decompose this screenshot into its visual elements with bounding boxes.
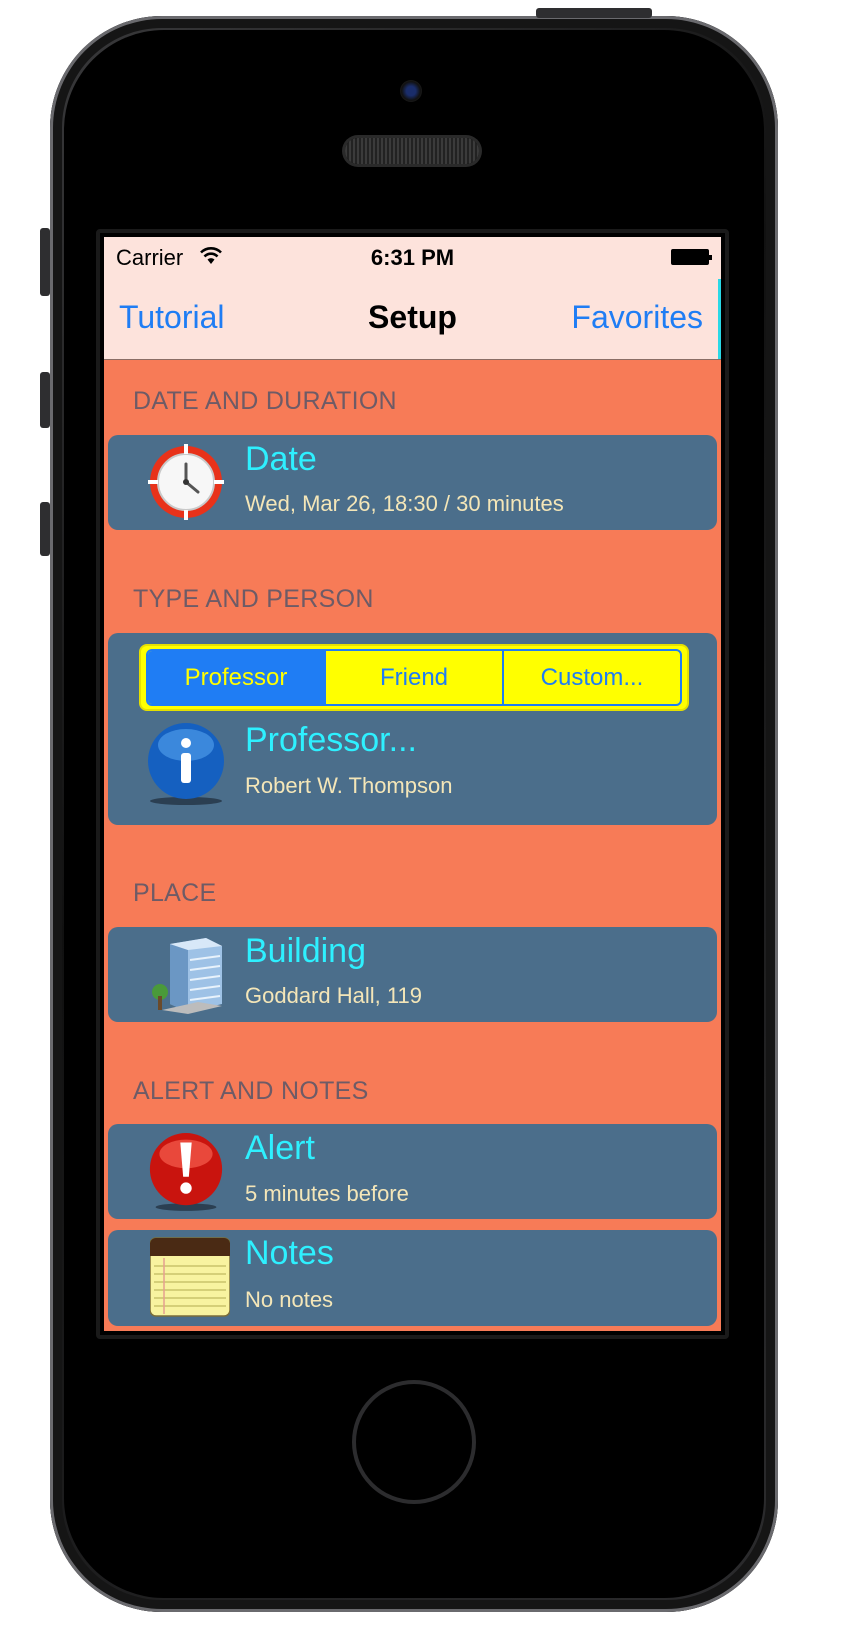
professor-name: Robert W. Thompson [245,773,453,798]
building-title: Building [245,932,366,970]
professor-row[interactable]: Professor... Robert W. Thompson [108,717,717,825]
notes-title: Notes [245,1234,334,1272]
tutorial-button[interactable]: Tutorial [119,299,225,336]
building-subtitle: Goddard Hall, 119 [245,983,422,1008]
building-row[interactable]: Building Goddard Hall, 119 [108,927,717,1022]
clock-icon [148,444,224,520]
section-header-type: TYPE AND PERSON [133,585,374,613]
battery-icon [671,249,712,265]
notepad-icon [150,1237,230,1317]
date-title: Date [245,440,317,478]
segment-professor[interactable]: Professor [148,651,324,704]
section-header-place: PLACE [133,879,217,907]
type-person-card: Professor Friend Custom... Professor... … [108,633,717,825]
info-icon [148,723,224,805]
date-subtitle: Wed, Mar 26, 18:30 / 30 minutes [245,491,564,516]
segment-friend[interactable]: Friend [324,651,502,704]
status-time: 6:31 PM [370,245,455,270]
status-bar: Carrier 6:31 PM [104,237,721,279]
navigation-bar: Setup Tutorial Favorites [104,279,721,360]
earpiece-speaker [345,138,479,164]
volume-down-button [40,502,50,556]
alert-subtitle: 5 minutes before [245,1181,409,1206]
segment-custom[interactable]: Custom... [502,651,680,704]
alert-title: Alert [245,1129,315,1167]
alert-row[interactable]: Alert 5 minutes before [108,1124,717,1219]
notes-row[interactable]: Notes No notes [108,1230,717,1326]
favorites-button[interactable]: Favorites [571,299,703,336]
building-icon [152,938,222,1014]
home-button[interactable] [352,1380,476,1504]
notes-subtitle: No notes [245,1287,334,1312]
section-header-alert: ALERT AND NOTES [133,1077,369,1105]
section-header-date: DATE AND DURATION [133,387,397,415]
power-button [536,8,652,18]
segment-container: Professor Friend Custom... [139,644,689,711]
front-camera [400,80,422,102]
volume-up-button [40,372,50,428]
person-type-segmented-control: Professor Friend Custom... [146,649,682,706]
date-row[interactable]: Date Wed, Mar 26, 18:30 / 30 minutes [108,435,717,530]
app-screen: Carrier 6:31 PM Setup Tutorial Favorites… [104,237,721,1331]
alert-icon [149,1133,223,1211]
ringer-switch [40,228,50,296]
professor-title: Professor... [245,721,417,759]
nav-accent-bar [718,279,721,359]
